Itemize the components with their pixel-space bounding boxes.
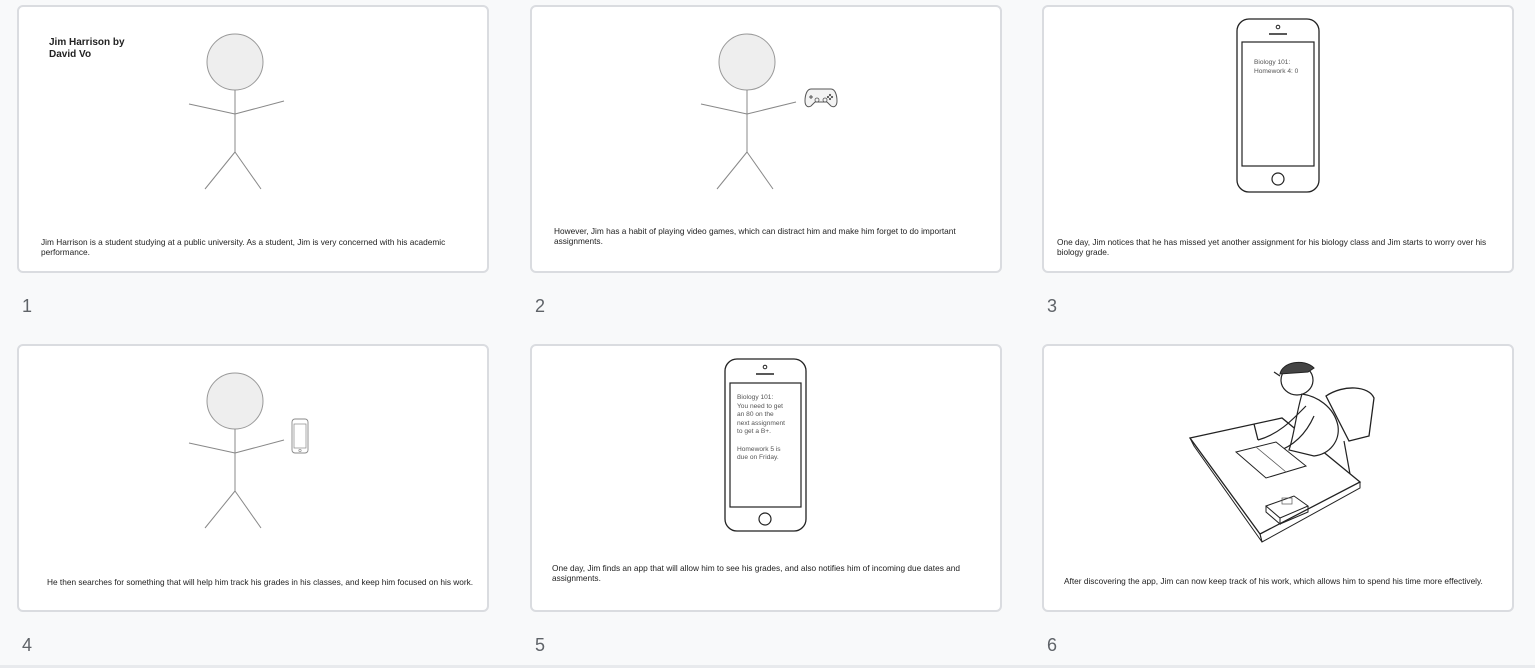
- slide-thumbnail-2[interactable]: However, Jim has a habit of playing vide…: [530, 5, 1002, 273]
- slide-number: 2: [535, 296, 546, 316]
- slide-caption: Jim Harrison is a student studying at a …: [41, 237, 446, 257]
- game-controller-icon: [804, 88, 838, 108]
- slide-caption: He then searches for something that will…: [47, 577, 474, 587]
- slide-caption: One day, Jim finds an app that will allo…: [552, 563, 961, 583]
- slide-caption: However, Jim has a habit of playing vide…: [554, 226, 956, 246]
- slide-number: 3: [1047, 296, 1058, 316]
- slide-number: 6: [1047, 635, 1058, 655]
- stick-figure-icon: [188, 372, 285, 529]
- phone-screen-text: Biology 101: Homework 4: 0: [1254, 59, 1299, 75]
- stick-figure-icon: [188, 33, 285, 190]
- smartphone-icon: [1236, 18, 1320, 193]
- slide-number: 4: [22, 635, 33, 655]
- slide-caption: One day, Jim notices that he has missed …: [1057, 237, 1487, 257]
- stick-figure-icon: [700, 33, 797, 190]
- phone-screen-text: Biology 101: You need to get an 80 on th…: [737, 394, 786, 462]
- slide-number: 5: [535, 635, 546, 655]
- slide-thumbnail-5[interactable]: Biology 101: You need to get an 80 on th…: [530, 344, 1002, 612]
- slide-4-art: [188, 372, 309, 529]
- slide-thumbnail-1[interactable]: Jim Harrison by David Vo Jim Harrison is…: [17, 5, 489, 273]
- slide-thumbnail-4[interactable]: He then searches for something that will…: [17, 344, 489, 612]
- slide-thumbnail-6[interactable]: After discovering the app, Jim can now k…: [1042, 344, 1514, 612]
- slide-caption: After discovering the app, Jim can now k…: [1064, 576, 1483, 586]
- slide-thumbnail-3[interactable]: Biology 101: Homework 4: 0 One day, Jim …: [1042, 5, 1514, 273]
- student-studying-illustration-icon: [1188, 361, 1375, 543]
- slide-number: 1: [22, 296, 33, 316]
- smartphone-icon: [291, 418, 309, 454]
